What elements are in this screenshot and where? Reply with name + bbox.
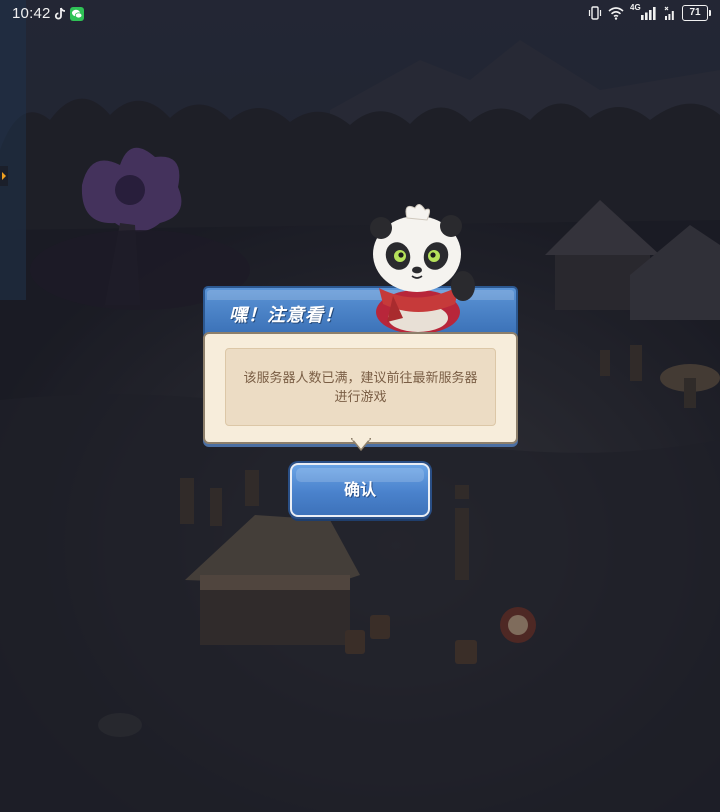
signal-bars-2-icon xyxy=(664,6,674,20)
dialog-message: 该服务器人数已满，建议前往最新服务器进行游戏 xyxy=(225,348,496,426)
dialog-pointer-icon xyxy=(351,438,371,452)
panda-mascot-icon xyxy=(370,204,475,332)
wechat-icon xyxy=(70,7,84,21)
signal-bars-icon xyxy=(641,7,656,20)
dialog-body: 该服务器人数已满，建议前往最新服务器进行游戏 xyxy=(203,332,518,444)
status-bar: 10:42 4G 71 xyxy=(0,0,720,28)
battery-indicator: 71 xyxy=(682,5,711,21)
confirm-button-label: 确认 xyxy=(343,480,376,499)
vibrate-icon xyxy=(588,6,602,20)
tiktok-icon xyxy=(54,7,66,20)
cellular-signal-icon: 4G xyxy=(630,3,658,20)
dialog-title: 嘿！注意看！ xyxy=(229,305,343,326)
wifi-icon xyxy=(608,7,624,20)
status-time: 10:42 xyxy=(12,5,51,22)
status-icons: 4G 71 xyxy=(588,3,711,21)
confirm-button[interactable]: 确认 xyxy=(290,463,430,517)
side-panel-arrow-icon[interactable] xyxy=(0,166,8,186)
